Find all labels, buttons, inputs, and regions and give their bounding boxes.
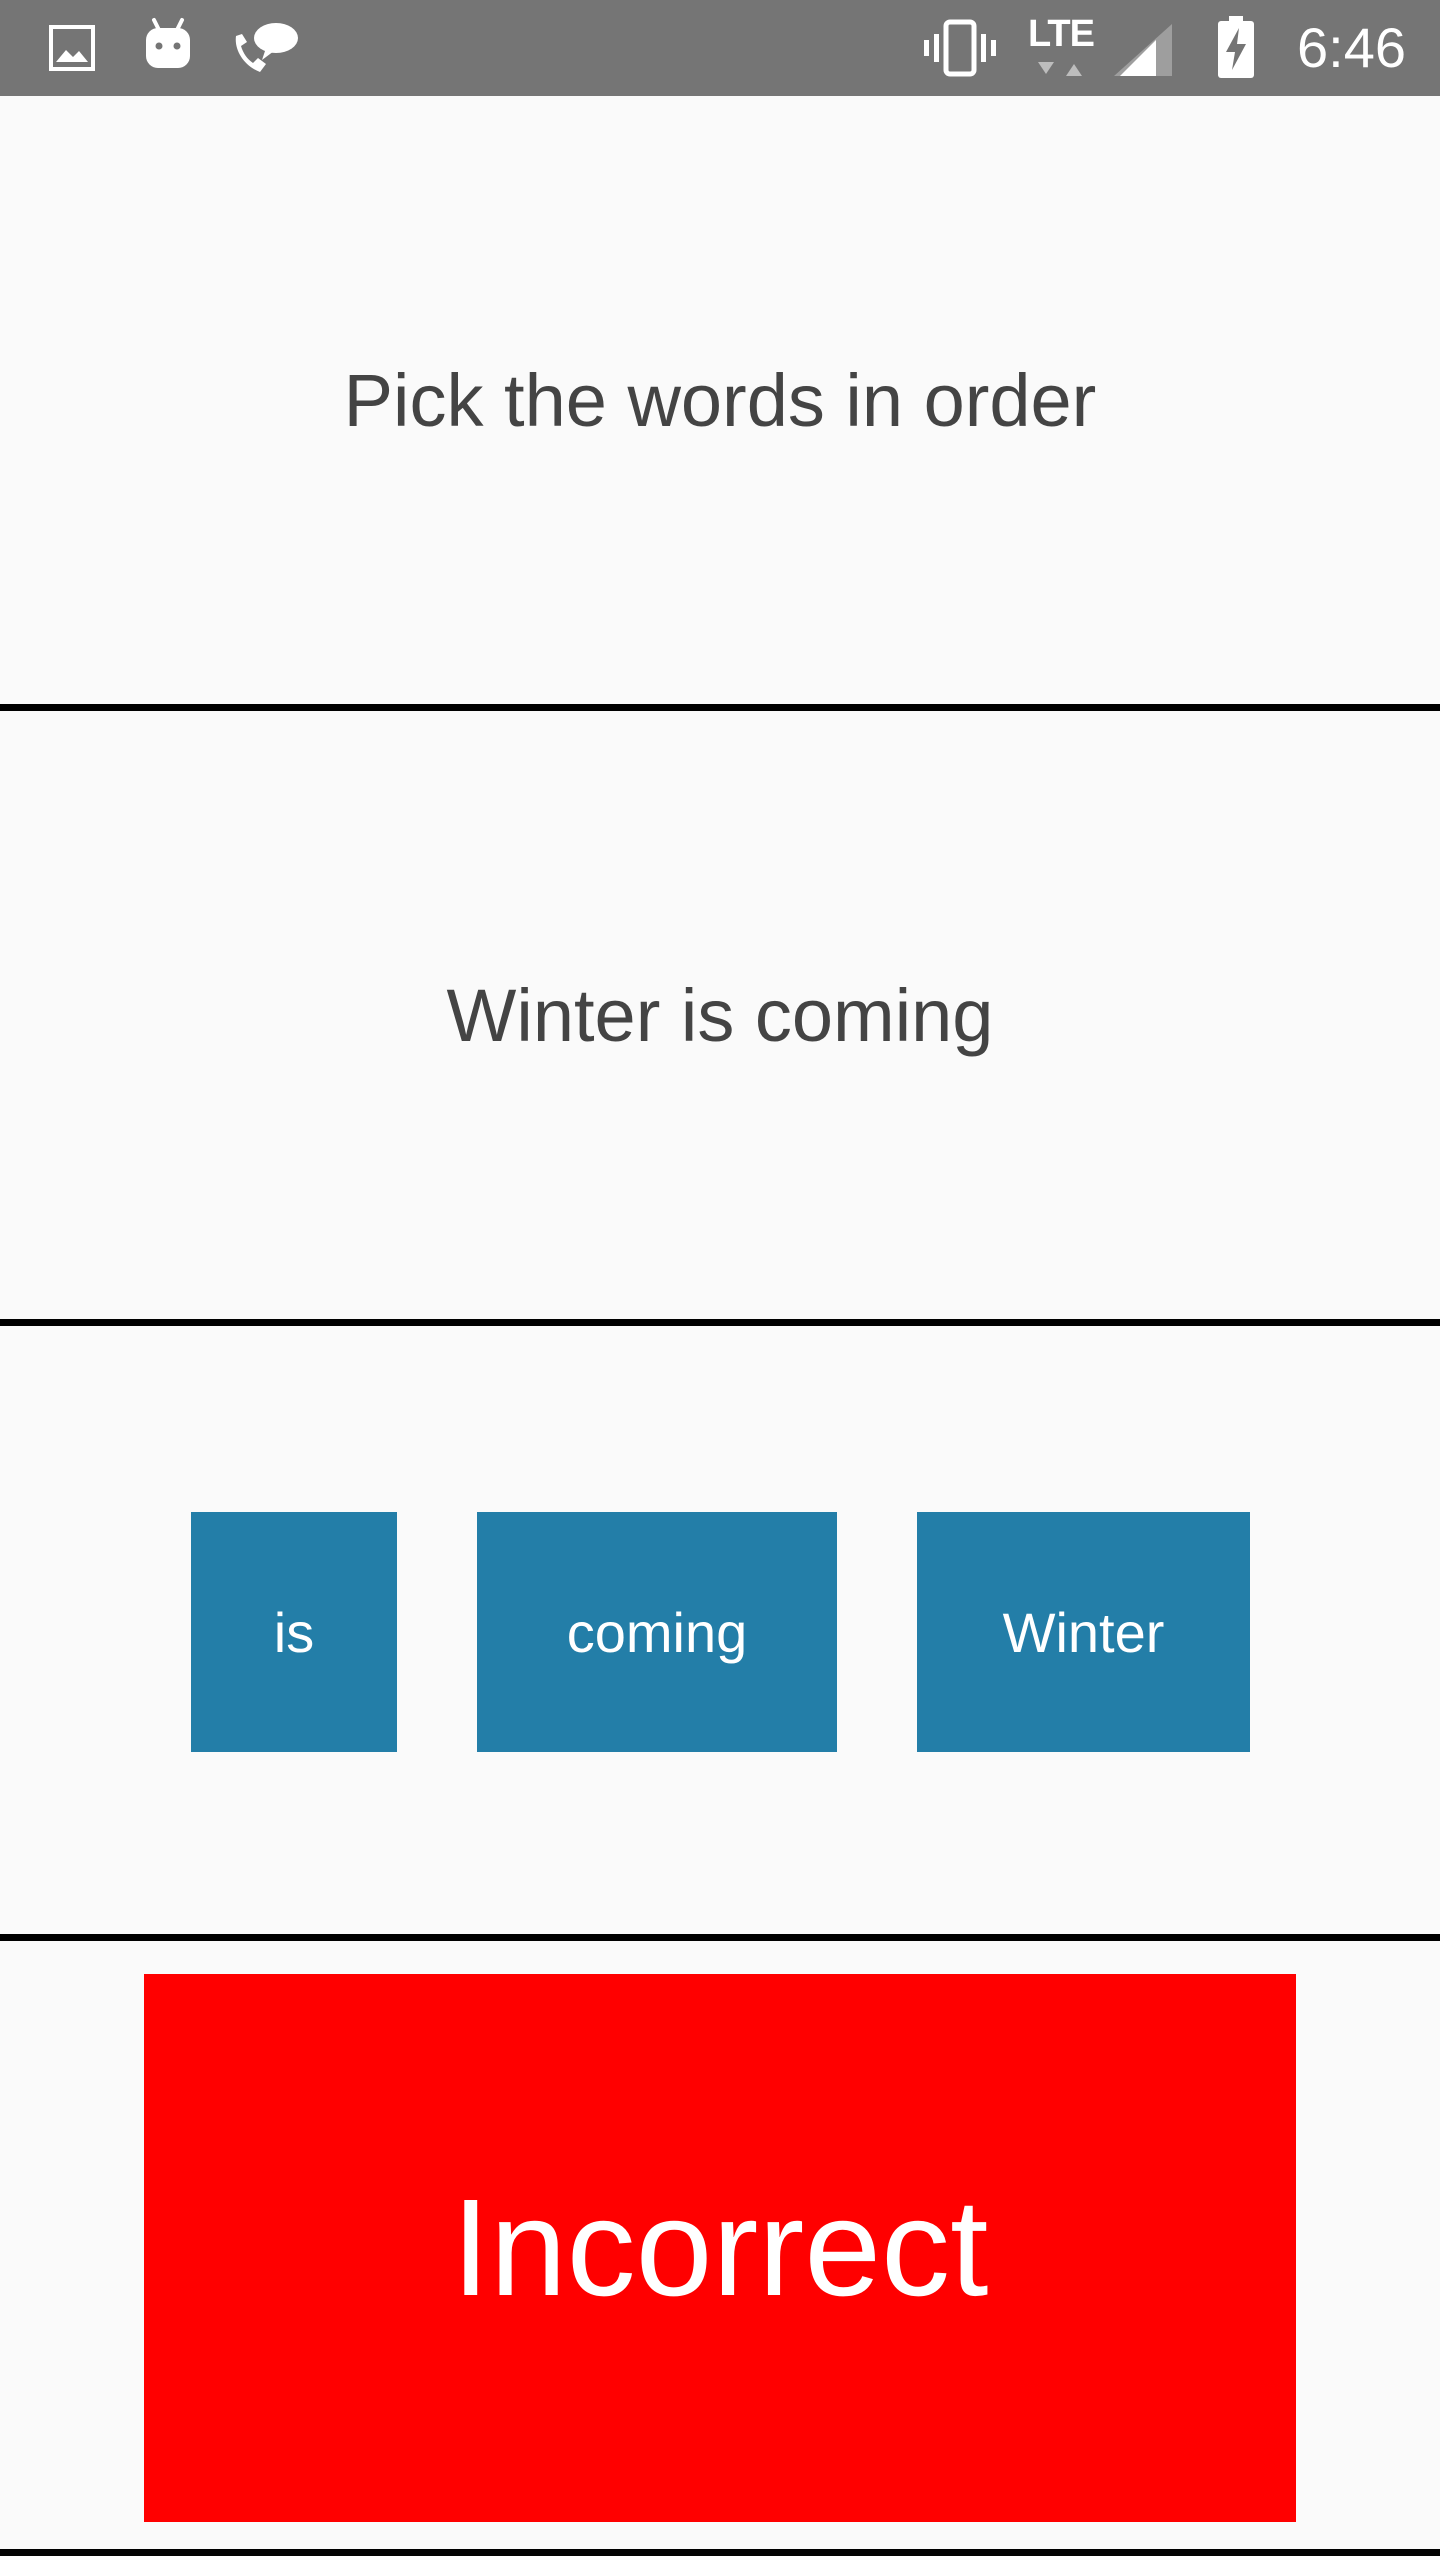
instruction-section: Pick the words in order <box>0 96 1440 704</box>
word-tile-label: coming <box>566 1600 748 1664</box>
result-label: Incorrect <box>451 2170 989 2325</box>
signal-icon <box>1114 24 1172 76</box>
call-message-icon <box>235 23 298 72</box>
divider <box>0 1934 1440 1941</box>
divider <box>0 1319 1440 1326</box>
android-icon <box>146 18 190 68</box>
network-type-label: LTE <box>1028 13 1095 55</box>
divider <box>0 704 1440 711</box>
status-bar: LTE 6:46 <box>0 0 1440 96</box>
word-tile-label: Winter <box>1002 1600 1165 1664</box>
clock: 6:46 <box>1297 16 1406 79</box>
answer-text: Winter is coming <box>446 973 994 1057</box>
word-tile-coming[interactable]: coming <box>477 1512 837 1752</box>
word-tile-is[interactable]: is <box>191 1512 397 1752</box>
battery-charging-icon <box>1218 16 1254 78</box>
divider <box>0 2549 1440 2556</box>
vibrate-icon <box>924 19 996 77</box>
result-incorrect-banner: Incorrect <box>144 1974 1296 2522</box>
word-tile-label: is <box>273 1600 315 1664</box>
image-icon <box>49 25 95 71</box>
instruction-text: Pick the words in order <box>343 358 1097 442</box>
lte-icon: LTE <box>1024 14 1104 84</box>
word-tile-winter[interactable]: Winter <box>917 1512 1250 1752</box>
answer-section: Winter is coming <box>0 711 1440 1319</box>
